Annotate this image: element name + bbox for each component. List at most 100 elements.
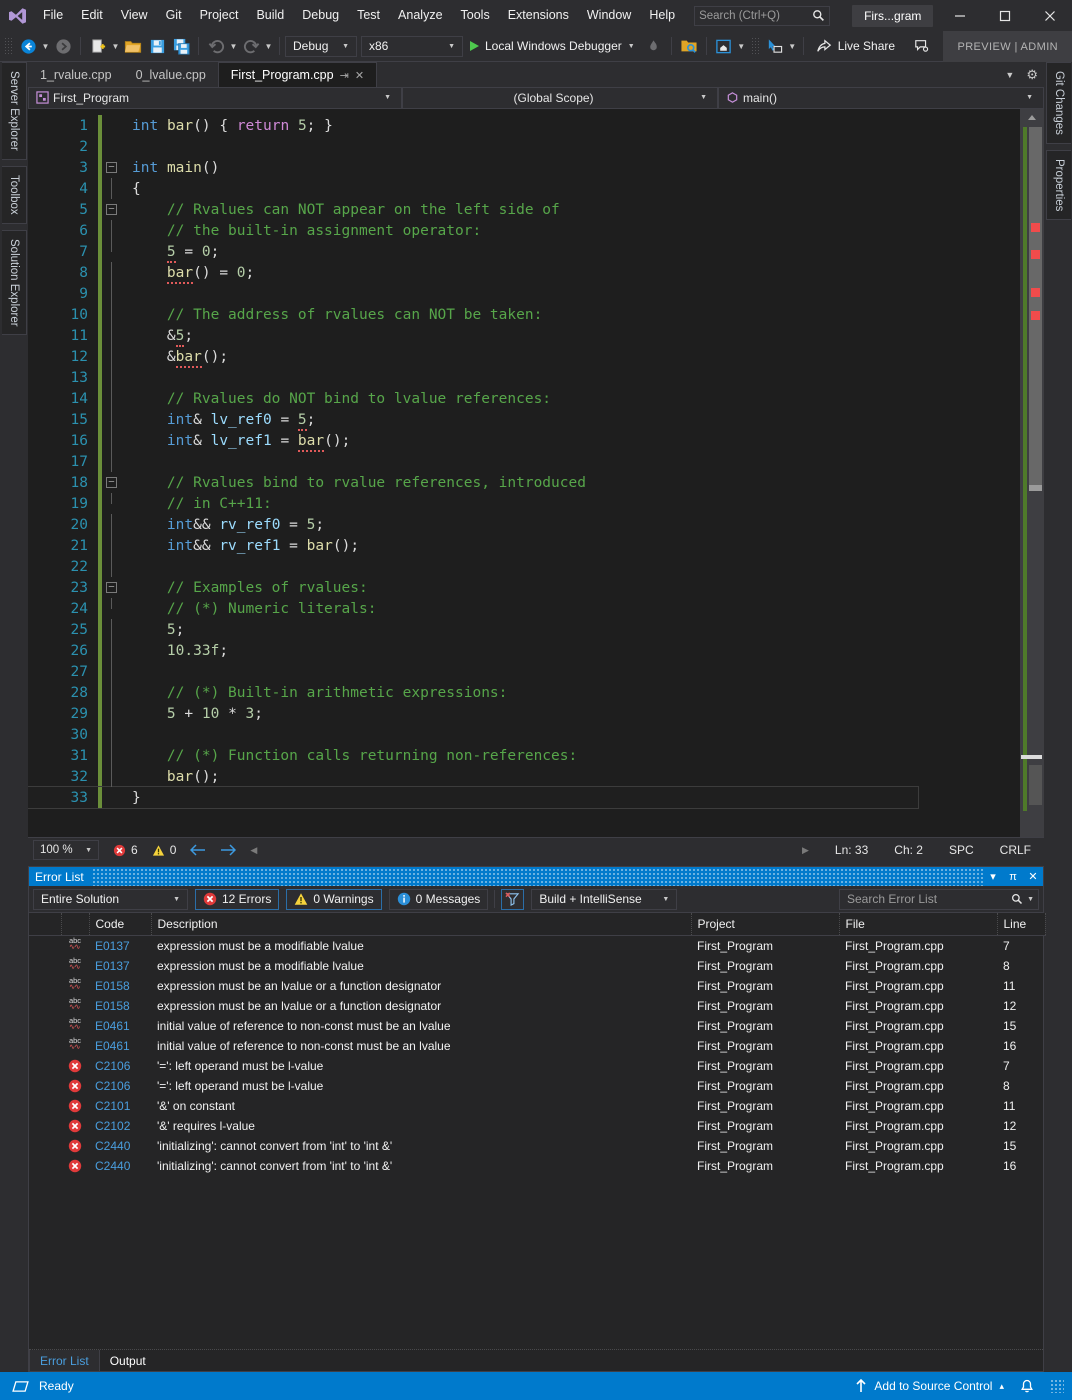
code-line[interactable]: 6 // the built-in assignment operator: (28, 220, 1020, 241)
dock-tab-toolbox[interactable]: Toolbox (2, 165, 27, 224)
outline-margin[interactable] (102, 115, 124, 136)
column-header-project[interactable]: Project (691, 913, 840, 936)
code-text[interactable]: 5; (124, 622, 184, 638)
table-row[interactable]: abc ∿∿ E0137 expression must be a modifiabl… (29, 956, 1045, 976)
undo-dropdown[interactable]: ▼ (228, 34, 239, 58)
code-text[interactable]: } (124, 790, 141, 806)
code-line[interactable]: 16 int& lv_ref1 = bar(); (28, 430, 1020, 452)
code-text[interactable]: int main() (124, 160, 219, 176)
document-tab-first-program[interactable]: First_Program.cpp ⇥ ✕ (217, 62, 378, 87)
code-line[interactable]: 5 – // Rvalues can NOT appear on the left… (28, 199, 1020, 220)
table-row[interactable]: C2440 'initializing': cannot convert from… (29, 1136, 1045, 1156)
outline-margin[interactable] (102, 514, 124, 535)
navbar-scope-select[interactable]: (Global Scope) ▼ (402, 86, 718, 109)
dock-tab-server-explorer[interactable]: Server Explorer (2, 62, 27, 160)
column-header-description[interactable]: Description (151, 913, 692, 936)
hscroll-right-icon[interactable]: ▶ (789, 845, 822, 856)
dock-tab-solution-explorer[interactable]: Solution Explorer (2, 229, 27, 336)
outline-margin[interactable] (102, 136, 124, 157)
editor-warning-count[interactable]: 0 (152, 843, 176, 857)
outline-margin[interactable] (102, 283, 124, 304)
table-row[interactable]: abc ∿∿ E0158 expression must be an lvalue o… (29, 996, 1045, 1016)
editor-line-endings-indicator[interactable]: CRLF (987, 843, 1044, 857)
undo-icon[interactable] (204, 34, 228, 58)
previous-error-button[interactable] (190, 844, 206, 856)
outline-margin[interactable] (102, 724, 124, 745)
code-line[interactable]: 11 &5; (28, 325, 1020, 347)
dock-tab-git-changes[interactable]: Git Changes (1046, 62, 1071, 144)
panel-pin-icon[interactable]: π (1003, 871, 1023, 883)
outline-margin[interactable] (102, 430, 124, 451)
code-line[interactable]: 14 // Rvalues do NOT bind to lvalue refe… (28, 388, 1020, 409)
menu-item-extensions[interactable]: Extensions (499, 0, 578, 31)
add-to-source-control-button[interactable]: Add to Source Control ▴ (851, 1379, 1008, 1393)
code-text[interactable] (124, 454, 141, 470)
code-line[interactable]: 27 (28, 661, 1020, 682)
editor-error-count[interactable]: 6 (113, 843, 138, 857)
code-text[interactable]: int& lv_ref1 = bar(); (124, 432, 350, 452)
error-marker[interactable] (1031, 250, 1040, 259)
new-item-dropdown[interactable]: ▼ (110, 34, 121, 58)
table-row[interactable]: abc ∿∿ E0461 initial value of reference to … (29, 1036, 1045, 1056)
code-line[interactable]: 17 (28, 451, 1020, 472)
preview-in-browser-icon[interactable] (712, 34, 736, 58)
menu-item-project[interactable]: Project (191, 0, 248, 31)
outline-margin[interactable] (102, 493, 124, 514)
navigate-back-dropdown[interactable]: ▼ (40, 34, 51, 58)
menu-item-view[interactable]: View (112, 0, 157, 31)
navigate-forward-icon[interactable] (51, 34, 75, 58)
code-text[interactable]: // Rvalues bind to rvalue references, in… (124, 475, 586, 491)
zoom-level-select[interactable]: 100 % ▼ (33, 840, 99, 860)
code-line[interactable]: 2 (28, 136, 1020, 157)
table-row[interactable]: C2102 '&' requires l-value First_Program Fi… (29, 1116, 1045, 1136)
code-line[interactable]: 3 – int main() (28, 157, 1020, 178)
code-line[interactable]: 15 int& lv_ref0 = 5; (28, 409, 1020, 431)
outline-margin[interactable] (102, 703, 124, 724)
outline-margin[interactable] (102, 598, 124, 619)
code-line[interactable]: 19 // in C++11: (28, 493, 1020, 514)
collapse-icon[interactable]: – (106, 477, 117, 488)
panel-tab-error-list[interactable]: Error List (29, 1350, 100, 1371)
search-options-icon[interactable]: ▼ (1023, 896, 1034, 903)
code-line[interactable]: 4{ (28, 178, 1020, 199)
code-text[interactable] (124, 370, 141, 386)
save-all-icon[interactable] (169, 34, 193, 58)
panel-drag-handle[interactable] (91, 867, 983, 886)
table-row[interactable]: abc ∿∿ E0461 initial value of reference to … (29, 1016, 1045, 1036)
column-header-line[interactable]: Line (997, 913, 1046, 936)
outline-margin[interactable] (102, 325, 124, 346)
tab-overflow-icon[interactable]: ▼ (999, 70, 1020, 80)
preview-dropdown[interactable]: ▼ (736, 34, 747, 58)
code-text[interactable]: // (*) Built-in arithmetic expressions: (124, 685, 507, 701)
outline-margin[interactable] (102, 178, 124, 199)
feedback-icon[interactable] (910, 34, 934, 58)
code-line[interactable]: 31 // (*) Function calls returning non-r… (28, 745, 1020, 766)
outline-margin[interactable]: – (102, 577, 124, 598)
code-text[interactable] (124, 664, 141, 680)
code-text[interactable]: // Rvalues do NOT bind to lvalue referen… (124, 391, 551, 407)
hot-reload-icon[interactable] (642, 34, 666, 58)
navbar-member-select[interactable]: main() ▼ (718, 86, 1044, 109)
panel-close-icon[interactable]: ✕ (1023, 870, 1043, 883)
code-line[interactable]: 28 // (*) Built-in arithmetic expression… (28, 682, 1020, 703)
menu-item-analyze[interactable]: Analyze (389, 0, 451, 31)
collapse-icon[interactable]: – (106, 162, 117, 173)
outline-margin[interactable] (102, 682, 124, 703)
scrollbar-thumb-lower[interactable] (1029, 485, 1042, 491)
column-header-file[interactable]: File (839, 913, 998, 936)
outline-margin[interactable] (102, 640, 124, 661)
close-icon[interactable]: ✕ (355, 69, 364, 82)
search-input[interactable]: Search (Ctrl+Q) (694, 5, 831, 26)
next-error-button[interactable] (220, 844, 237, 856)
minimize-button[interactable] (937, 0, 982, 31)
menu-item-test[interactable]: Test (348, 0, 389, 31)
outline-margin[interactable] (102, 535, 124, 556)
code-text[interactable]: // The address of rvalues can NOT be tak… (124, 307, 542, 323)
menu-item-debug[interactable]: Debug (293, 0, 348, 31)
code-line[interactable]: 30 (28, 724, 1020, 745)
code-line[interactable]: 24 // (*) Numeric literals: (28, 598, 1020, 619)
scrollbar-thumb[interactable] (1029, 127, 1042, 485)
code-text[interactable]: // Examples of rvalues: (124, 580, 368, 596)
outline-margin[interactable] (102, 409, 124, 430)
select-element-icon[interactable] (763, 34, 787, 58)
